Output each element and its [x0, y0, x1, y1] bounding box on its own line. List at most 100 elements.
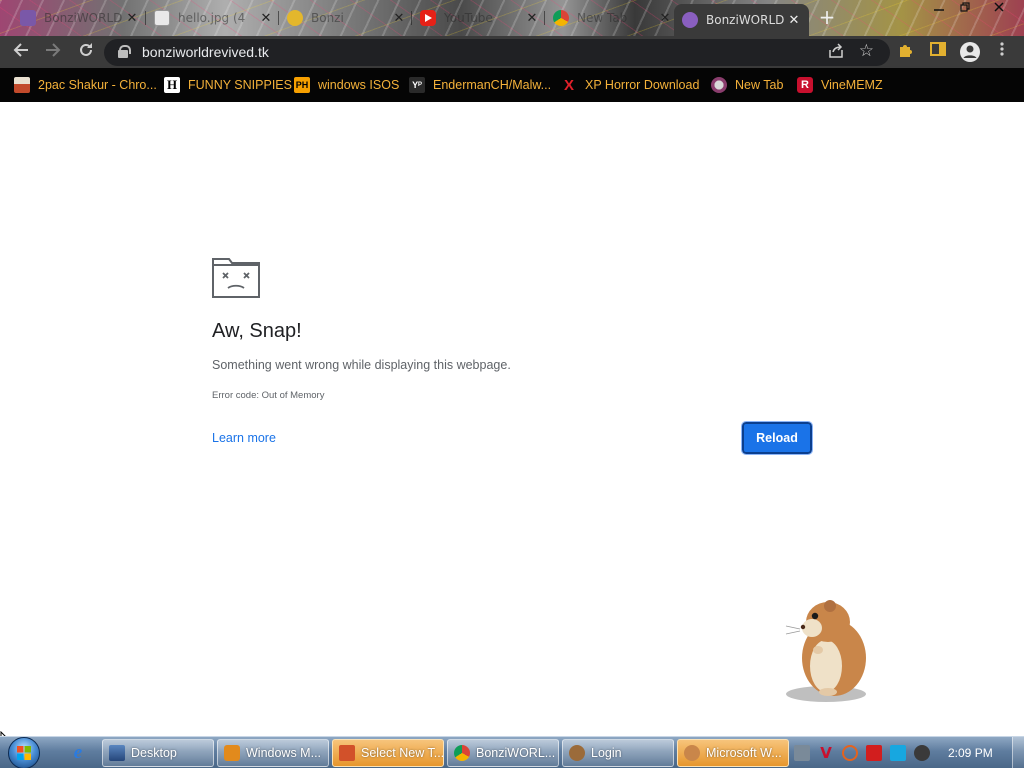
forward-arrow-icon [46, 43, 61, 57]
minimize-icon [934, 9, 944, 11]
bookmark-label: windows ISOS [318, 78, 400, 92]
error-title: Aw, Snap! [212, 320, 302, 342]
bookmark-vinememz[interactable]: R VineMEMZ [797, 75, 883, 95]
close-icon[interactable]: ✕ [392, 11, 406, 26]
task-label: Login [591, 746, 622, 760]
tray-app-icon[interactable] [794, 745, 810, 761]
back-arrow-icon [13, 43, 28, 57]
windows-logo-icon [17, 746, 31, 760]
bookmark-new-tab[interactable]: New Tab [711, 75, 783, 95]
tab-title: YouTube [444, 11, 493, 25]
close-icon[interactable]: ✕ [125, 11, 139, 26]
restore-button[interactable] [952, 0, 978, 16]
side-panel-button[interactable] [927, 41, 949, 63]
task-select-new[interactable]: Select New T... [332, 739, 444, 767]
tab-title: New Tab [577, 11, 628, 25]
forward-button[interactable] [42, 41, 64, 63]
bookmark-windows-isos[interactable]: PH windows ISOS [294, 75, 399, 95]
browser-toolbar: bonziworldrevived.tk ☆ [0, 36, 1024, 68]
refresh-icon [80, 43, 92, 56]
tray-network-icon[interactable] [890, 745, 906, 761]
tab-youtube[interactable]: YouTube ✕ [412, 4, 547, 32]
sad-folder-icon [212, 258, 260, 298]
bookmark-label: XP Horror Download [585, 78, 700, 92]
kebab-menu-icon [1000, 42, 1004, 56]
tab-hello-jpg[interactable]: hello.jpg (4 ✕ [146, 4, 281, 32]
task-label: Select New T... [361, 746, 444, 760]
bookmark-funny-snippies[interactable]: H FUNNY SNIPPIES [164, 75, 292, 95]
ph-icon: PH [294, 77, 310, 93]
bookmark-2pac[interactable]: 2pac Shakur - Chro... [14, 75, 157, 95]
profile-button[interactable] [959, 41, 981, 63]
hamster-agent-icon[interactable] [782, 596, 872, 704]
task-label: Microsoft W... [706, 746, 782, 760]
task-desktop[interactable]: Desktop [102, 739, 214, 767]
taskbar: e Desktop Windows M... Select New T... B… [0, 736, 1024, 768]
system-tray: V [790, 740, 940, 766]
close-window-button[interactable] [986, 0, 1012, 16]
puzzle-icon [900, 45, 912, 57]
folder-icon [14, 77, 30, 93]
tab-bonziworld-1[interactable]: BonziWORLD ✕ [12, 4, 147, 32]
start-button[interactable] [4, 737, 44, 768]
agent-icon [684, 745, 700, 761]
error-description: Something went wrong while displaying th… [212, 358, 511, 372]
task-microsoft-word[interactable]: Microsoft W... [677, 739, 789, 767]
h-icon: H [164, 77, 180, 93]
minimize-button[interactable] [926, 0, 952, 16]
side-panel-icon [930, 42, 946, 56]
task-windows-media[interactable]: Windows M... [217, 739, 329, 767]
tray-volume-icon[interactable] [914, 745, 930, 761]
chrome-icon [454, 745, 470, 761]
close-icon[interactable]: ✕ [787, 13, 801, 28]
reload-toolbar-button[interactable] [75, 41, 97, 63]
tab-title: Bonzi [311, 11, 344, 25]
task-login[interactable]: Login [562, 739, 674, 767]
share-icon[interactable] [828, 43, 844, 63]
error-page: Aw, Snap! Something went wrong while dis… [0, 102, 1024, 736]
bookmark-label: EndermanCH/Malw... [433, 78, 552, 92]
learn-more-link[interactable]: Learn more [212, 431, 276, 445]
tab-title: hello.jpg (4 [178, 11, 246, 25]
bookmark-endermanch[interactable]: Yᴾ EndermanCH/Malw... [409, 75, 551, 95]
menu-button[interactable] [991, 41, 1013, 63]
tab-title: BonziWORLD [706, 13, 785, 27]
r-icon: R [797, 77, 813, 93]
bookmark-label: VineMEMZ [821, 78, 883, 92]
globe-icon [711, 77, 727, 93]
bookmark-xp-horror[interactable]: X XP Horror Download [561, 75, 699, 95]
task-bonziworld-chrome[interactable]: BonziWORL... [447, 739, 559, 767]
close-icon[interactable]: ✕ [259, 11, 273, 26]
tray-search-icon[interactable] [842, 745, 858, 761]
yp-icon: Yᴾ [409, 77, 425, 93]
close-icon[interactable]: ✕ [658, 11, 672, 26]
lock-icon[interactable] [118, 45, 131, 58]
image-favicon [154, 10, 170, 26]
show-desktop-button[interactable] [1012, 737, 1024, 768]
tool-icon [339, 745, 355, 761]
tray-v-icon[interactable]: V [818, 745, 834, 761]
task-label: Desktop [131, 746, 177, 760]
tray-flag-icon[interactable] [866, 745, 882, 761]
youtube-favicon [420, 10, 436, 26]
x-icon: X [563, 76, 574, 94]
address-bar[interactable]: bonziworldrevived.tk ☆ [104, 39, 890, 66]
bookmarks-bar: 2pac Shakur - Chro... H FUNNY SNIPPIES P… [0, 68, 1024, 102]
task-label: Windows M... [246, 746, 322, 760]
chrome-favicon [553, 10, 569, 26]
back-button[interactable] [10, 41, 32, 63]
close-icon[interactable]: ✕ [525, 11, 539, 26]
clock[interactable]: 2:09 PM [948, 746, 993, 760]
tab-strip: BonziWORLD ✕ hello.jpg (4 ✕ Bonzi ✕ YouT… [0, 0, 1024, 36]
internet-explorer-icon[interactable]: e [66, 742, 90, 764]
bonzi-icon [569, 745, 585, 761]
bookmark-star-icon[interactable]: ☆ [859, 41, 874, 61]
tab-new-tab[interactable]: New Tab ✕ [545, 4, 680, 32]
new-tab-button[interactable]: + [816, 6, 838, 28]
url-text[interactable]: bonziworldrevived.tk [142, 44, 269, 60]
bookmark-label: New Tab [735, 78, 784, 92]
tab-bonzi[interactable]: Bonzi ✕ [279, 4, 414, 32]
extensions-button[interactable] [895, 41, 917, 63]
reload-button[interactable]: Reload [741, 421, 813, 455]
tab-bonziworld-active[interactable]: BonziWORLD ✕ [674, 4, 809, 36]
